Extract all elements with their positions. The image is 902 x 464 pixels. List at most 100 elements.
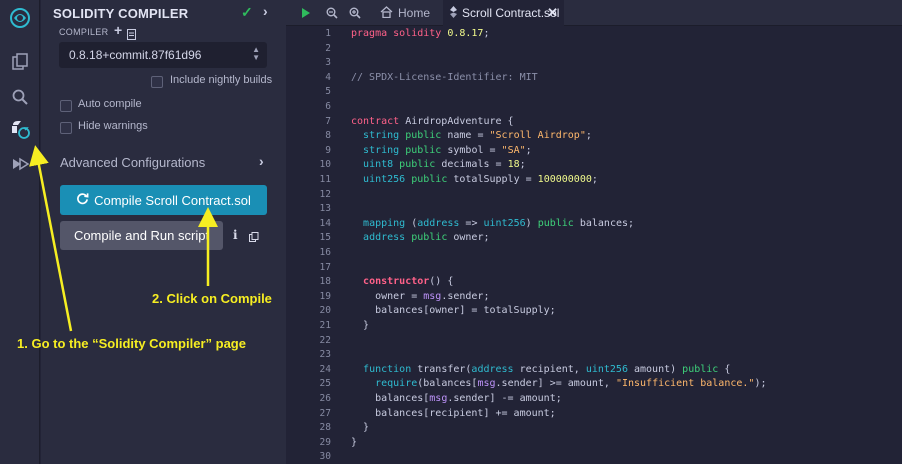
file-explorer-icon[interactable] [8, 50, 32, 74]
line-number: 25 [319, 378, 331, 390]
code-token: owner; [453, 232, 490, 244]
annotation-step-1: 1. Go to the “Solidity Compiler” page [17, 336, 246, 351]
include-nightly-checkbox[interactable] [151, 76, 163, 88]
code-token: string [363, 130, 406, 142]
hide-warnings-checkbox[interactable] [60, 122, 72, 134]
line-number: 11 [319, 174, 331, 185]
code-line[interactable]: 12 [286, 188, 902, 203]
line-number: 26 [319, 393, 331, 404]
plus-icon[interactable]: + [114, 22, 122, 38]
solidity-compiler-icon[interactable] [8, 118, 32, 142]
code-token: 100000000 [537, 174, 592, 185]
code-line[interactable]: 14 mapping (address => uint256) public b… [286, 217, 902, 232]
line-code: pragma solidity 0.8.17; [351, 27, 489, 42]
code-line[interactable]: 9 string public symbol = "SA"; [286, 144, 902, 159]
home-icon [380, 5, 393, 21]
code-token: public [537, 217, 580, 229]
code-line[interactable]: 15 address public owner; [286, 231, 902, 246]
close-icon[interactable]: ✕ [547, 5, 558, 21]
code-line[interactable]: 30 [286, 450, 902, 464]
code-token: name = [447, 130, 490, 142]
code-token: () { [429, 276, 454, 288]
line-number: 7 [325, 115, 331, 127]
code-line[interactable]: 7 contract AirdropAdventure { [286, 115, 902, 130]
code-line[interactable]: 2 [286, 42, 902, 57]
code-line[interactable]: 24 function transfer(address recipient, … [286, 363, 902, 378]
chevron-right-icon[interactable]: › [263, 3, 268, 19]
compiler-version-select[interactable]: 0.8.18+commit.87f61d96 ▲ ▼ [59, 42, 267, 68]
line-number: 4 [325, 71, 331, 83]
code-token: } [351, 436, 358, 448]
code-editor[interactable]: 1 pragma solidity 0.8.17; 2 3 4// SPDX-Licen… [286, 26, 902, 464]
code-token: => [465, 217, 484, 229]
info-icon[interactable]: i [233, 228, 238, 242]
deploy-run-icon[interactable] [8, 152, 32, 176]
code-line[interactable]: 8 string public name = "Scroll Airdrop"; [286, 129, 902, 144]
auto-compile-label: Auto compile [78, 98, 142, 110]
code-line[interactable]: 6 [286, 100, 902, 115]
code-line[interactable]: 18 constructor() { [286, 275, 902, 290]
code-line[interactable]: 28 } [286, 421, 902, 436]
code-line[interactable]: 13 [286, 202, 902, 217]
code-line[interactable]: 20 balances[owner] = totalSupply; [286, 304, 902, 319]
tab-home[interactable]: Home [374, 0, 430, 26]
code-token: string [363, 144, 406, 156]
code-token: uint256 [585, 363, 634, 375]
auto-compile-checkbox[interactable] [60, 100, 72, 112]
code-token: contract [351, 115, 406, 127]
line-number: 6 [325, 101, 331, 112]
code-line[interactable]: 21 } [286, 319, 902, 334]
code-token: ; [585, 130, 592, 142]
line-code: contract AirdropAdventure { [351, 115, 514, 130]
code-line[interactable]: 26 balances[msg.sender] -= amount; [286, 392, 902, 407]
code-line[interactable]: 23 [286, 348, 902, 363]
code-line[interactable]: 25 require(balances[msg.sender] >= amoun… [286, 377, 902, 392]
search-icon[interactable] [8, 85, 32, 109]
code-line[interactable]: 5 [286, 85, 902, 100]
line-number: 9 [325, 144, 331, 156]
code-token: } [351, 422, 370, 434]
compile-and-run-button[interactable]: Compile and Run script [60, 221, 223, 250]
line-number: 27 [319, 407, 331, 419]
chevron-right-icon[interactable]: › [259, 153, 264, 169]
code-line[interactable]: 11 uint256 public totalSupply = 10000000… [286, 173, 902, 188]
code-token: balances[owner] = totalSupply; [351, 305, 556, 317]
advanced-configurations-toggle[interactable]: Advanced Configurations [60, 155, 205, 170]
code-line[interactable]: 22 [286, 334, 902, 349]
code-token: (balances[ [417, 378, 478, 390]
code-line[interactable]: 29} [286, 436, 902, 451]
remix-logo-icon[interactable] [8, 6, 32, 30]
run-icon[interactable] [298, 5, 314, 21]
line-number: 8 [325, 130, 331, 142]
code-line[interactable]: 1 pragma solidity 0.8.17; [286, 27, 902, 42]
code-token: public [399, 159, 442, 171]
code-line[interactable]: 27 balances[recipient] += amount; [286, 407, 902, 422]
code-line[interactable]: 17 [286, 261, 902, 276]
tab-scroll-contract[interactable]: Scroll Contract.sol ✕ [443, 0, 564, 26]
compile-button[interactable]: Compile Scroll Contract.sol [60, 185, 267, 215]
code-line[interactable]: 4 // SPDX-License-Identifier: MIT [286, 71, 902, 86]
code-line[interactable]: 16 [286, 246, 902, 261]
line-number: 17 [319, 261, 331, 273]
line-code: balances[recipient] += amount; [351, 407, 556, 422]
code-token: { [724, 363, 731, 375]
code-token: public [411, 174, 454, 185]
code-token: "SA" [501, 144, 526, 156]
code-token: amount) [634, 363, 683, 375]
line-code: uint8 public decimals = 18; [351, 158, 526, 173]
line-code: } [351, 421, 369, 436]
code-token: ; [519, 159, 526, 171]
line-number: 30 [319, 451, 331, 463]
compiler-version-value: 0.8.18+commit.87f61d96 [69, 48, 202, 62]
zoom-out-icon[interactable] [324, 5, 340, 21]
code-token: uint256 [363, 174, 412, 185]
code-line[interactable]: 10 uint8 public decimals = 18; [286, 158, 902, 173]
zoom-in-icon[interactable] [347, 5, 363, 21]
code-line[interactable]: 3 [286, 56, 902, 71]
code-token: balances; [579, 217, 635, 229]
copy-icon[interactable] [249, 229, 259, 247]
code-line[interactable]: 19 owner = msg.sender; [286, 290, 902, 305]
line-number: 12 [319, 188, 331, 200]
